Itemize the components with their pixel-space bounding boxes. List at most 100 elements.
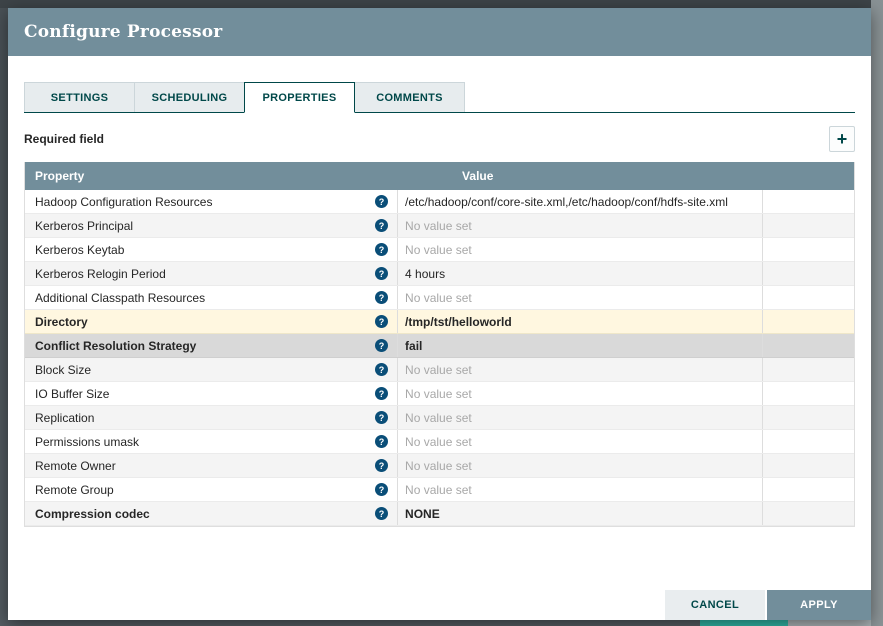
- tab-scheduling[interactable]: SCHEDULING: [134, 82, 245, 112]
- value-cell[interactable]: No value set: [398, 454, 763, 477]
- property-row[interactable]: Kerberos Keytab ? No value set: [25, 238, 854, 262]
- table-header-row: Property Value: [25, 162, 854, 190]
- property-cell[interactable]: Remote Group ?: [25, 478, 399, 501]
- row-extra-cell: [763, 358, 854, 381]
- value-cell[interactable]: No value set: [398, 286, 763, 309]
- property-name: Conflict Resolution Strategy: [35, 338, 197, 353]
- property-row[interactable]: Block Size ? No value set: [25, 358, 854, 382]
- value-cell[interactable]: No value set: [398, 214, 763, 237]
- background-canvas-top: [0, 0, 871, 8]
- help-icon[interactable]: ?: [375, 291, 389, 304]
- tab-bar: SETTINGS SCHEDULING PROPERTIES COMMENTS: [24, 82, 855, 113]
- property-row[interactable]: Conflict Resolution Strategy ? fail: [25, 334, 854, 358]
- row-extra-cell: [763, 382, 854, 405]
- value-cell[interactable]: No value set: [398, 430, 763, 453]
- dialog-title: Configure Processor: [24, 22, 223, 42]
- value-cell[interactable]: 4 hours: [398, 262, 763, 285]
- property-value: fail: [405, 338, 423, 353]
- property-cell[interactable]: Directory ?: [25, 310, 399, 333]
- property-row[interactable]: Replication ? No value set: [25, 406, 854, 430]
- property-name: Compression codec: [35, 506, 150, 521]
- add-property-button[interactable]: +: [829, 126, 855, 152]
- property-cell[interactable]: Kerberos Keytab ?: [25, 238, 399, 261]
- properties-table: Property Value Hadoop Configuration Reso…: [24, 162, 855, 527]
- help-icon[interactable]: ?: [375, 219, 389, 232]
- property-value: No value set: [405, 242, 472, 257]
- help-icon[interactable]: ?: [375, 435, 389, 448]
- value-cell[interactable]: /etc/hadoop/conf/core-site.xml,/etc/hado…: [398, 190, 763, 213]
- property-row[interactable]: Kerberos Principal ? No value set: [25, 214, 854, 238]
- required-field-label: Required field: [24, 132, 105, 146]
- property-name: IO Buffer Size: [35, 386, 110, 401]
- column-header-value: Value: [462, 169, 494, 183]
- row-extra-cell: [763, 286, 854, 309]
- property-row[interactable]: IO Buffer Size ? No value set: [25, 382, 854, 406]
- property-cell[interactable]: Remote Owner ?: [25, 454, 399, 477]
- help-icon[interactable]: ?: [375, 483, 389, 496]
- property-row[interactable]: Permissions umask ? No value set: [25, 430, 854, 454]
- help-icon[interactable]: ?: [375, 339, 389, 352]
- row-extra-cell: [763, 406, 854, 429]
- help-icon[interactable]: ?: [375, 459, 389, 472]
- apply-button[interactable]: APPLY: [767, 590, 871, 620]
- tab-properties[interactable]: PROPERTIES: [244, 82, 355, 113]
- property-cell[interactable]: IO Buffer Size ?: [25, 382, 399, 405]
- property-cell[interactable]: Compression codec ?: [25, 502, 399, 525]
- help-icon[interactable]: ?: [375, 411, 389, 424]
- tab-comments[interactable]: COMMENTS: [354, 82, 465, 112]
- property-cell[interactable]: Replication ?: [25, 406, 399, 429]
- property-value: No value set: [405, 410, 472, 425]
- help-icon[interactable]: ?: [375, 195, 389, 208]
- row-extra-cell: [763, 478, 854, 501]
- property-row[interactable]: Directory ? /tmp/tst/helloworld: [25, 310, 854, 334]
- tab-settings[interactable]: SETTINGS: [24, 82, 135, 112]
- help-icon[interactable]: ?: [375, 243, 389, 256]
- value-cell[interactable]: No value set: [398, 382, 763, 405]
- help-icon[interactable]: ?: [375, 507, 389, 520]
- help-icon[interactable]: ?: [375, 267, 389, 280]
- property-cell[interactable]: Block Size ?: [25, 358, 399, 381]
- help-icon[interactable]: ?: [375, 387, 389, 400]
- row-extra-cell: [763, 334, 854, 357]
- help-icon[interactable]: ?: [375, 363, 389, 376]
- property-cell[interactable]: Permissions umask ?: [25, 430, 399, 453]
- dialog-header: Configure Processor: [8, 8, 871, 56]
- dialog-footer: CANCEL APPLY: [665, 590, 871, 620]
- column-header-property: Property: [35, 169, 85, 183]
- property-value: No value set: [405, 434, 472, 449]
- property-value: No value set: [405, 218, 472, 233]
- property-cell[interactable]: Conflict Resolution Strategy ?: [25, 334, 399, 357]
- property-row[interactable]: Remote Group ? No value set: [25, 478, 854, 502]
- property-row[interactable]: Kerberos Relogin Period ? 4 hours: [25, 262, 854, 286]
- property-cell[interactable]: Hadoop Configuration Resources ?: [25, 190, 399, 213]
- property-row[interactable]: Compression codec ? NONE: [25, 502, 854, 526]
- value-cell[interactable]: No value set: [398, 238, 763, 261]
- property-name: Permissions umask: [35, 434, 140, 449]
- table-body: Hadoop Configuration Resources ? /etc/ha…: [25, 190, 854, 526]
- value-cell[interactable]: No value set: [398, 478, 763, 501]
- row-extra-cell: [763, 430, 854, 453]
- value-cell[interactable]: No value set: [398, 406, 763, 429]
- property-value: 4 hours: [405, 266, 446, 281]
- value-cell[interactable]: fail: [398, 334, 763, 357]
- value-cell[interactable]: NONE: [398, 502, 763, 525]
- property-row[interactable]: Additional Classpath Resources ? No valu…: [25, 286, 854, 310]
- help-icon[interactable]: ?: [375, 315, 389, 328]
- property-cell[interactable]: Kerberos Principal ?: [25, 214, 399, 237]
- property-name: Directory: [35, 314, 88, 329]
- property-value: No value set: [405, 290, 472, 305]
- row-extra-cell: [763, 502, 854, 525]
- property-cell[interactable]: Kerberos Relogin Period ?: [25, 262, 399, 285]
- row-extra-cell: [763, 238, 854, 261]
- property-row[interactable]: Remote Owner ? No value set: [25, 454, 854, 478]
- property-cell[interactable]: Additional Classpath Resources ?: [25, 286, 399, 309]
- cancel-button[interactable]: CANCEL: [665, 590, 765, 620]
- value-cell[interactable]: No value set: [398, 358, 763, 381]
- property-name: Additional Classpath Resources: [35, 290, 206, 305]
- dialog-body: SETTINGS SCHEDULING PROPERTIES COMMENTS Req…: [8, 82, 871, 527]
- row-extra-cell: [763, 190, 854, 213]
- value-cell[interactable]: /tmp/tst/helloworld: [398, 310, 763, 333]
- property-value: No value set: [405, 482, 472, 497]
- property-row[interactable]: Hadoop Configuration Resources ? /etc/ha…: [25, 190, 854, 214]
- property-value: /etc/hadoop/conf/core-site.xml,/etc/hado…: [405, 194, 728, 209]
